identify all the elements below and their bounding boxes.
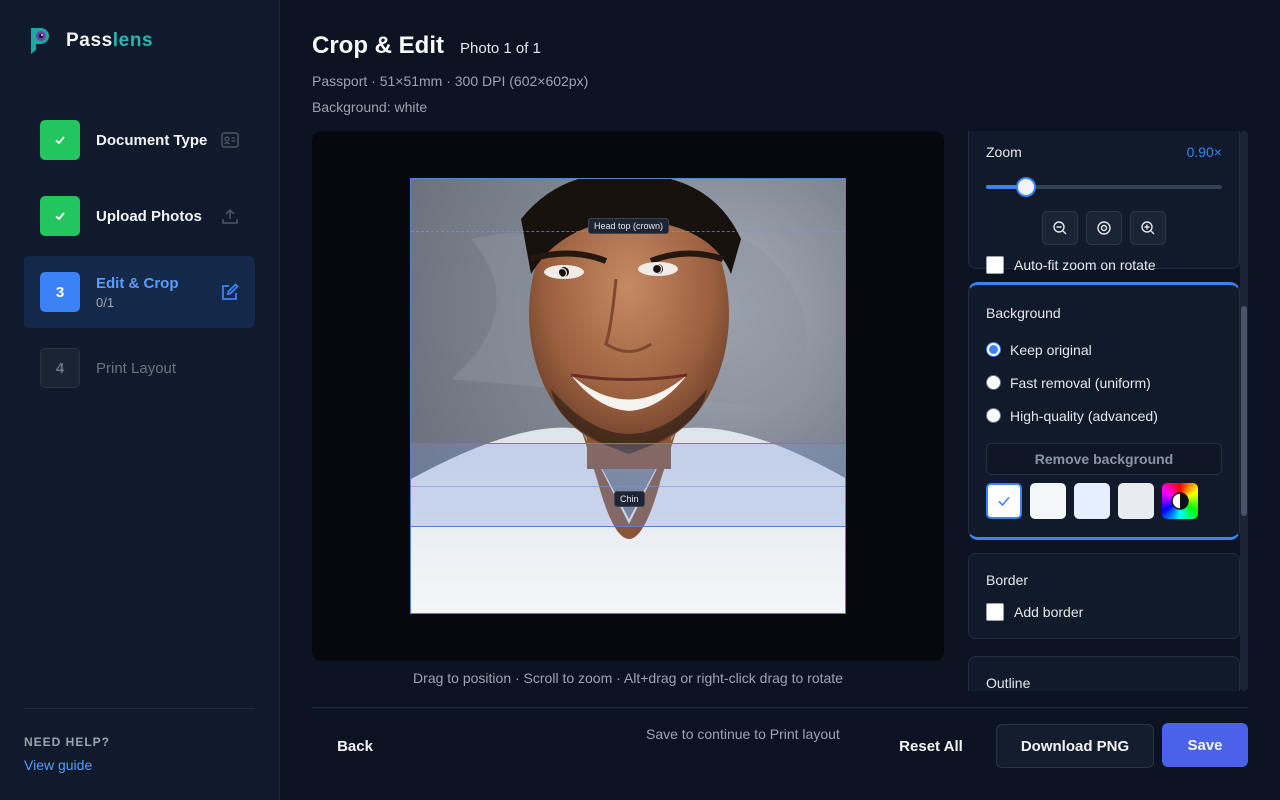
photo-spec: Passport · 51×51mm · 300 DPI (602×602px)… [312, 68, 588, 120]
check-icon [40, 196, 80, 236]
step-label: Print Layout [96, 359, 177, 377]
remove-background-button[interactable]: Remove background [986, 443, 1222, 475]
edit-icon [219, 281, 241, 303]
step-number: 3 [40, 272, 80, 312]
zoom-reset-button[interactable] [1086, 211, 1122, 245]
outline-title: Outline [986, 675, 1031, 691]
step-label: Edit & Crop [96, 274, 179, 292]
check-icon [998, 496, 1010, 507]
settings-panel[interactable]: Zoom 0.90× Auto-fit zoom on rotate Backg… [968, 131, 1240, 691]
background-title: Background [986, 305, 1061, 321]
background-card: Background Keep original Fast removal (u… [968, 282, 1240, 540]
color-swatches [986, 483, 1222, 519]
radio[interactable] [986, 375, 1001, 390]
page-title: Crop & Edit [312, 32, 444, 59]
option-label: Keep original [1010, 341, 1092, 358]
step-number: 4 [40, 348, 80, 388]
id-card-icon [219, 129, 241, 151]
portrait-image [411, 179, 845, 613]
bg-option-keep-original[interactable]: Keep original [986, 340, 1222, 359]
help-title: NEED HELP? [24, 735, 111, 749]
panel-scrollbar[interactable] [1240, 131, 1248, 691]
reset-all-button[interactable]: Reset All [888, 724, 974, 768]
radio-selected[interactable] [986, 342, 1001, 357]
page-header: Crop & Edit Photo 1 of 1 [312, 32, 541, 60]
canvas-hint: Drag to position · Scroll to zoom · Alt+… [413, 670, 843, 686]
background-text: Background: white [312, 99, 428, 115]
help-section: NEED HELP? View guide [24, 708, 255, 775]
download-png-button[interactable]: Download PNG [996, 724, 1154, 768]
eye-marker-right [651, 263, 663, 275]
add-border-checkbox[interactable] [986, 603, 1004, 621]
zoom-card: Zoom 0.90× Auto-fit zoom on rotate [968, 131, 1240, 274]
spec-text: Passport · 51×51mm · 300 DPI (602×602px) [312, 73, 589, 89]
chin-guide-line [411, 486, 845, 487]
save-hint: Save to continue to Print layout [646, 726, 840, 742]
target-icon [1097, 221, 1111, 235]
head-top-guide-label: Head top (crown) [588, 218, 670, 234]
step-label: Document Type [96, 131, 208, 149]
photo-counter: Photo 1 of 1 [460, 40, 541, 57]
step-list: Document Type Upload Photos 3 Edit & Cro… [24, 104, 255, 408]
back-button[interactable]: Back [320, 724, 390, 768]
step-progress: 0/1 [96, 294, 115, 310]
option-label: High-quality (advanced) [1010, 407, 1158, 424]
add-border-option[interactable]: Add border [986, 603, 1222, 621]
border-card: Border Add border [968, 553, 1240, 639]
crop-canvas[interactable]: Head top (crown) Chin [312, 131, 944, 661]
autofit-label: Auto-fit zoom on rotate [1014, 257, 1156, 273]
scrollbar-thumb[interactable] [1241, 306, 1247, 516]
autofit-checkbox[interactable] [986, 256, 1004, 274]
zoom-out-icon [1053, 221, 1067, 235]
bg-option-fast-removal[interactable]: Fast removal (uniform) [986, 373, 1222, 392]
eye-marker-left [556, 267, 568, 279]
add-border-label: Add border [1014, 604, 1084, 620]
zoom-in-icon [1141, 221, 1155, 235]
chin-guide-band [411, 443, 845, 527]
custom-color-picker[interactable] [1162, 483, 1198, 519]
swatch-off-white[interactable] [1030, 483, 1066, 519]
logo-icon [28, 26, 52, 56]
logo: Passlens [28, 26, 153, 56]
portrait-photo[interactable]: Head top (crown) Chin [410, 178, 846, 614]
zoom-label: Zoom [986, 144, 1022, 160]
slider-thumb[interactable] [1016, 177, 1037, 197]
view-guide-link[interactable]: View guide [24, 757, 92, 773]
swatch-light-gray[interactable] [1118, 483, 1154, 519]
zoom-value: 0.90× [1186, 144, 1222, 160]
autofit-option[interactable]: Auto-fit zoom on rotate [986, 256, 1222, 274]
swatch-white[interactable] [986, 483, 1022, 519]
app-name: Passlens [66, 30, 154, 51]
option-label: Fast removal (uniform) [1010, 374, 1151, 391]
zoom-out-button[interactable] [1042, 211, 1078, 245]
check-icon [40, 120, 80, 160]
zoom-in-button[interactable] [1130, 211, 1166, 245]
save-button[interactable]: Save [1162, 723, 1248, 767]
sidebar: Passlens Document Type Upload Photos 3 E… [0, 0, 280, 800]
upload-icon [219, 205, 241, 227]
step-edit-crop[interactable]: 3 Edit & Crop 0/1 [24, 256, 255, 328]
step-document-type[interactable]: Document Type [24, 104, 255, 176]
radio[interactable] [986, 408, 1001, 423]
step-label: Upload Photos [96, 207, 202, 225]
bg-option-high-quality[interactable]: High-quality (advanced) [986, 406, 1222, 425]
border-title: Border [986, 572, 1029, 588]
chin-guide-label: Chin [614, 491, 645, 507]
contrast-icon [1171, 492, 1189, 510]
zoom-slider[interactable] [986, 177, 1222, 197]
step-print-layout[interactable]: 4 Print Layout [24, 332, 255, 404]
outline-card: Outline [968, 656, 1240, 691]
step-upload-photos[interactable]: Upload Photos [24, 180, 255, 252]
swatch-light-blue[interactable] [1074, 483, 1110, 519]
footer-divider [312, 707, 1248, 708]
